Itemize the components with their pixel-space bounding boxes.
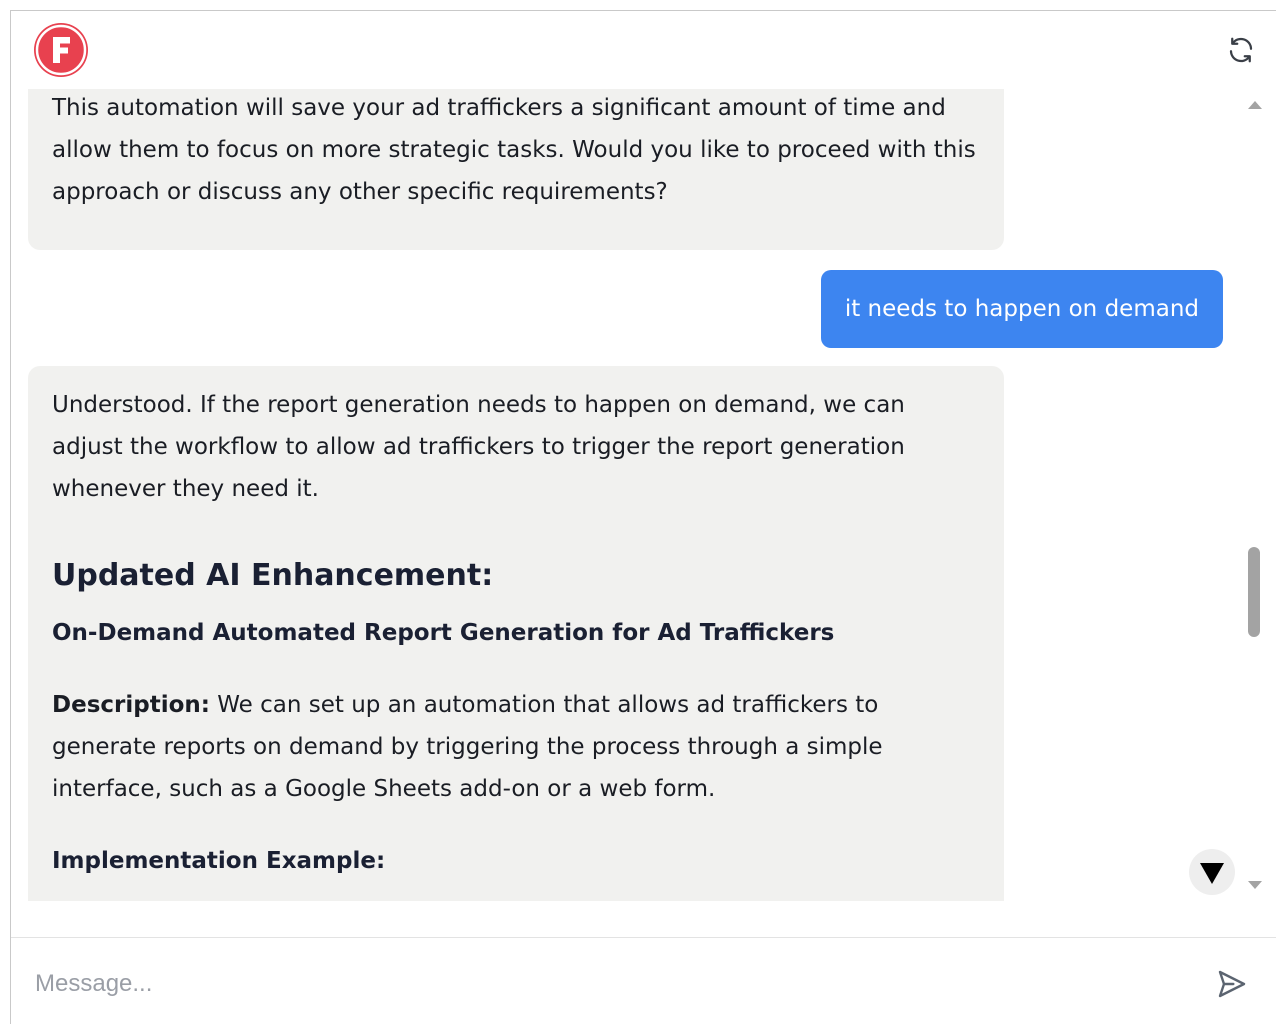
message-list[interactable]: This automation will save your ad traffi… bbox=[11, 89, 1241, 901]
user-message: it needs to happen on demand bbox=[820, 270, 1223, 348]
scroll-to-bottom-button[interactable] bbox=[1189, 849, 1235, 895]
scroll-down-arrow-icon[interactable] bbox=[1248, 881, 1262, 889]
refresh-button[interactable] bbox=[1226, 35, 1256, 65]
f-logo-icon bbox=[35, 24, 87, 76]
enhancement-subheading: On-Demand Automated Report Generation fo… bbox=[52, 620, 835, 646]
assistant-message: This automation will save your ad traffi… bbox=[28, 89, 1004, 250]
assistant-message: Understood. If the report generation nee… bbox=[28, 366, 1004, 901]
message-composer bbox=[11, 937, 1276, 1026]
user-message-text: it needs to happen on demand bbox=[844, 296, 1199, 322]
assistant-message-text: This automation will save your ad traffi… bbox=[52, 95, 976, 205]
enhancement-heading: Updated AI Enhancement: bbox=[52, 558, 494, 593]
assistant-intro-text: Understood. If the report generation nee… bbox=[52, 392, 905, 502]
refresh-icon bbox=[1229, 37, 1253, 63]
vertical-scrollbar[interactable] bbox=[1241, 89, 1267, 901]
send-icon bbox=[1218, 970, 1246, 998]
arrow-down-icon bbox=[1200, 863, 1224, 884]
description-label: Description: bbox=[52, 692, 210, 718]
chat-header bbox=[11, 11, 1276, 89]
implementation-label: Implementation Example: bbox=[52, 848, 386, 874]
send-button[interactable] bbox=[1216, 968, 1248, 1000]
scroll-thumb[interactable] bbox=[1248, 547, 1260, 637]
description-paragraph: Description: We can set up an automation… bbox=[52, 684, 980, 810]
chat-window: This automation will save your ad traffi… bbox=[10, 10, 1276, 1026]
scroll-up-arrow-icon[interactable] bbox=[1248, 101, 1262, 109]
message-input[interactable] bbox=[35, 962, 1155, 1006]
app-logo bbox=[34, 23, 88, 77]
